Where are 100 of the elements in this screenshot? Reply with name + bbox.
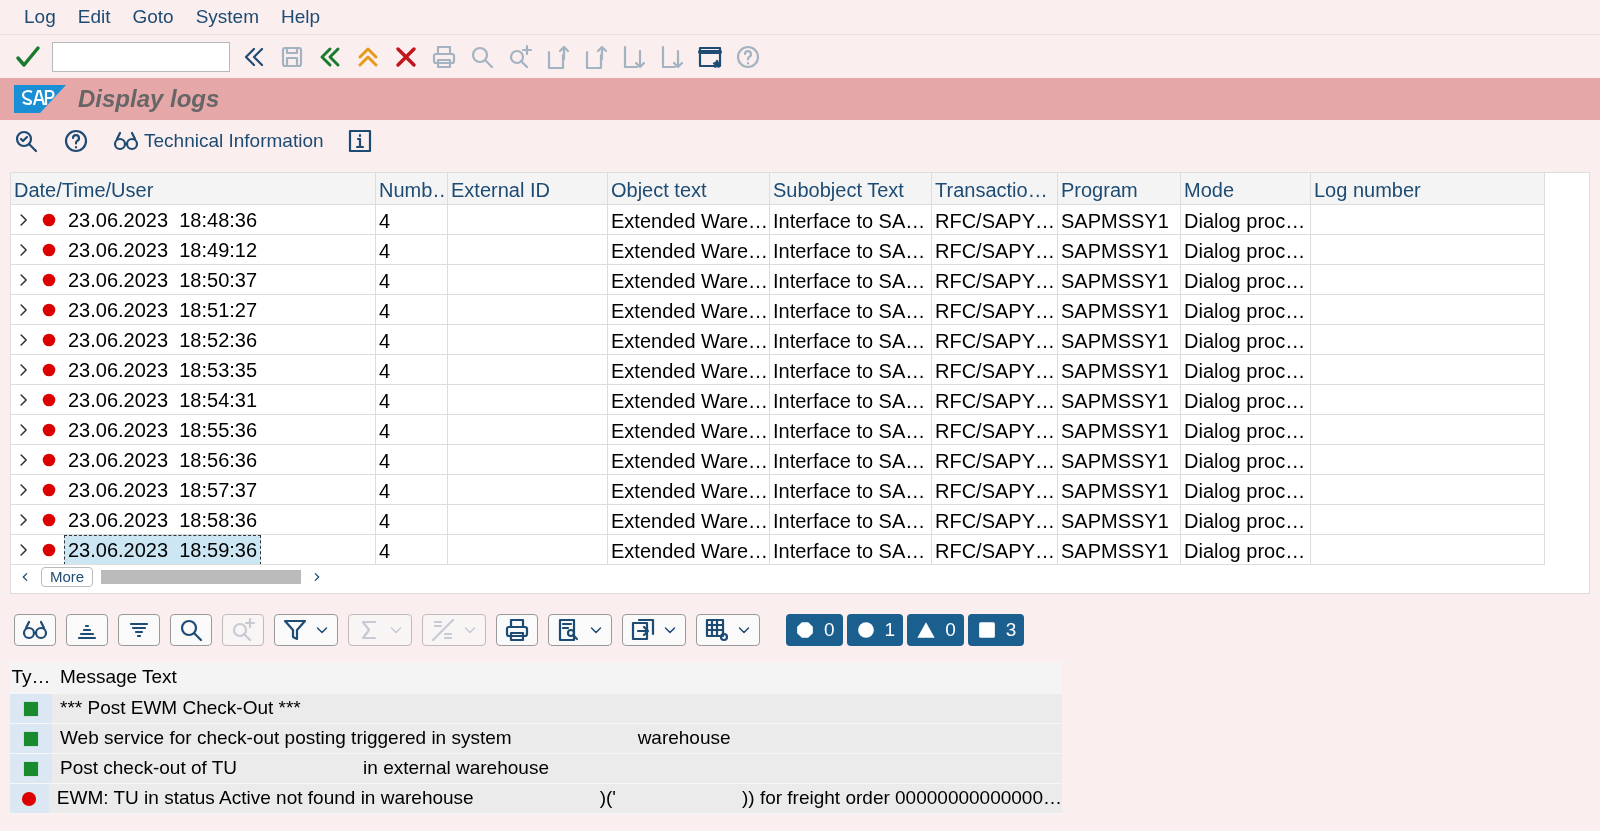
- table-cell: 4: [376, 475, 448, 505]
- table-cell-text: 23.06.2023 18:54:31: [67, 387, 259, 413]
- print-icon[interactable]: [503, 616, 531, 644]
- filter-count-button[interactable]: 0: [786, 614, 843, 646]
- table-cell: RFC/SAPY…: [932, 415, 1058, 445]
- column-header[interactable]: Ty…: [11, 663, 51, 692]
- column-header[interactable]: Object text: [608, 173, 770, 205]
- message-text: in external warehouse: [363, 756, 549, 781]
- toolbar-button[interactable]: [66, 614, 108, 646]
- table-cell: SAPMSSY1: [1058, 235, 1181, 265]
- column-header[interactable]: Mode: [1181, 173, 1311, 205]
- table-cell: Dialog proc…: [1181, 505, 1311, 535]
- table-cell: RFC/SAPY…: [932, 505, 1058, 535]
- technical-information-button[interactable]: Technical Information: [112, 126, 324, 156]
- column-header[interactable]: External ID: [448, 173, 608, 205]
- table-cell: SAPMSSY1: [1058, 535, 1181, 565]
- table-cell: RFC/SAPY…: [932, 475, 1058, 505]
- table-cell: SAPMSSY1: [1058, 295, 1181, 325]
- menu-button[interactable]: [548, 614, 612, 646]
- table-cell: SAPMSSY1: [1058, 325, 1181, 355]
- table-cell: RFC/SAPY…: [932, 535, 1058, 565]
- column-header[interactable]: Message Text: [60, 663, 177, 692]
- menu-button[interactable]: [622, 614, 686, 646]
- menu-item[interactable]: Log: [24, 2, 56, 32]
- table-cell: SAPMSSY1: [1058, 265, 1181, 295]
- filter-count-button[interactable]: 1: [846, 614, 904, 646]
- table-cell: 4: [376, 415, 448, 445]
- message-text: warehouse: [637, 726, 731, 751]
- table-cell: Extended Ware…: [608, 385, 770, 415]
- table-cell: Dialog proc…: [1181, 475, 1311, 505]
- table-cell: 4: [376, 295, 448, 325]
- table-cell: Interface to SA…: [770, 445, 932, 475]
- table-cell: RFC/SAPY…: [932, 355, 1058, 385]
- column-header[interactable]: Numb…: [376, 173, 448, 205]
- table-cell: 4: [376, 385, 448, 415]
- table-cell: Interface to SA…: [770, 415, 932, 445]
- table-cell: 4: [376, 265, 448, 295]
- layout-icon[interactable]: [703, 616, 731, 644]
- filter-count-button[interactable]: 3: [967, 614, 1025, 646]
- toolbar-button[interactable]: [496, 614, 538, 646]
- message-text: )(': [599, 786, 616, 811]
- more-button[interactable]: More: [41, 567, 94, 587]
- message-text: EWM: TU in status Active not found in warehouse: [56, 786, 474, 811]
- scrollbar-thumb[interactable]: [101, 570, 302, 584]
- table-cell: 4: [376, 325, 448, 355]
- table-cell: Extended Ware…: [608, 475, 770, 505]
- column-header[interactable]: Log number: [1311, 173, 1545, 205]
- table-cell: SAPMSSY1: [1058, 355, 1181, 385]
- table-cell: 4: [376, 355, 448, 385]
- column-header[interactable]: Subobject Text: [770, 173, 932, 205]
- help-icon[interactable]: [62, 127, 90, 155]
- menu-item[interactable]: Help: [281, 2, 321, 32]
- table-cell: Dialog proc…: [1181, 205, 1311, 235]
- table-cell: 4: [376, 205, 448, 235]
- column-header[interactable]: Date/Time/User: [11, 173, 376, 205]
- table-cell: Interface to SA…: [770, 235, 932, 265]
- menu-button[interactable]: [274, 614, 338, 646]
- table-cell: Extended Ware…: [608, 205, 770, 235]
- column-header[interactable]: Program: [1058, 173, 1181, 205]
- table-cell: Interface to SA…: [770, 535, 932, 565]
- table-cell: Interface to SA…: [770, 325, 932, 355]
- table-cell: 4: [376, 505, 448, 535]
- menu-item[interactable]: System: [195, 2, 259, 32]
- column-header[interactable]: Transactio…: [932, 173, 1058, 205]
- table-cell: SAPMSSY1: [1058, 445, 1181, 475]
- octagon-icon: [794, 619, 816, 641]
- table-cell: RFC/SAPY…: [932, 325, 1058, 355]
- table-cell: Dialog proc…: [1181, 265, 1311, 295]
- table-cell: Dialog proc…: [1181, 295, 1311, 325]
- table-cell-text: 23.06.2023 18:58:36: [67, 507, 259, 533]
- table-cell-text: 23.06.2023 18:57:37: [67, 477, 259, 503]
- table-cell-text: 23.06.2023 18:56:36: [67, 447, 259, 473]
- table-cell: RFC/SAPY…: [932, 385, 1058, 415]
- table-cell: Dialog proc…: [1181, 325, 1311, 355]
- toolbar-button[interactable]: [170, 614, 212, 646]
- filter-count-button[interactable]: 0: [907, 614, 964, 646]
- table-cell: Extended Ware…: [608, 535, 770, 565]
- menu-item[interactable]: Edit: [77, 2, 111, 32]
- table-cell-text: 23.06.2023 18:48:36: [67, 207, 259, 233]
- table-cell-text: 23.06.2023 18:49:12: [67, 237, 259, 263]
- table-cell: Extended Ware…: [608, 445, 770, 475]
- screen-title: Display logs: [78, 84, 220, 114]
- menu-button[interactable]: [696, 614, 760, 646]
- command-field[interactable]: [52, 41, 230, 72]
- toolbar-button[interactable]: [14, 614, 56, 646]
- table-cell: RFC/SAPY…: [932, 295, 1058, 325]
- table-cell-text: 23.06.2023 18:52:36: [67, 327, 259, 353]
- toolbar-button[interactable]: [118, 614, 160, 646]
- table-cell: Interface to SA…: [770, 265, 932, 295]
- menu-item[interactable]: Goto: [132, 2, 174, 32]
- table-cell-text: 23.06.2023 18:51:27: [67, 297, 259, 323]
- table-cell: Interface to SA…: [770, 505, 932, 535]
- table-cell: 4: [376, 445, 448, 475]
- table-cell-text: 23.06.2023 18:53:35: [67, 357, 259, 383]
- table-cell: RFC/SAPY…: [932, 265, 1058, 295]
- table-cell: SAPMSSY1: [1058, 505, 1181, 535]
- table-cell: 4: [376, 535, 448, 565]
- table-cell: SAPMSSY1: [1058, 475, 1181, 505]
- table-cell-text: 23.06.2023 18:55:36: [67, 417, 259, 443]
- table-cell: RFC/SAPY…: [932, 235, 1058, 265]
